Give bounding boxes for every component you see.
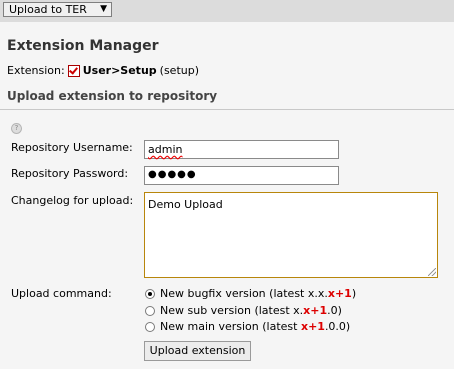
password-field[interactable]: ●●●●● bbox=[144, 166, 339, 185]
username-field[interactable]: admin bbox=[144, 140, 339, 159]
radio-button[interactable] bbox=[145, 305, 155, 316]
radio-option-bugfix[interactable]: New bugfix version (latest x.x.x+1) bbox=[145, 287, 356, 300]
function-menu-select[interactable]: Upload to TER ▼ bbox=[3, 2, 112, 17]
radio-option-sub[interactable]: New sub version (latest x.x+1.0) bbox=[145, 304, 342, 317]
changelog-textarea[interactable]: Demo Upload bbox=[144, 192, 438, 278]
changelog-value: Demo Upload bbox=[148, 198, 223, 211]
extension-label: Extension: bbox=[7, 64, 65, 77]
top-toolbar: Upload to TER ▼ bbox=[0, 0, 454, 22]
radio-button[interactable] bbox=[145, 321, 155, 332]
radio-option-label: New sub version (latest x.x+1.0) bbox=[160, 304, 342, 317]
radio-option-main[interactable]: New main version (latest x+1.0.0) bbox=[145, 320, 350, 333]
extension-key: (setup) bbox=[159, 64, 200, 77]
changelog-label: Changelog for upload: bbox=[11, 194, 134, 207]
section-divider bbox=[0, 109, 454, 110]
username-value: admin bbox=[148, 143, 183, 156]
page-title: Extension Manager bbox=[7, 38, 159, 54]
chevron-down-icon: ▼ bbox=[100, 4, 107, 14]
username-label: Repository Username: bbox=[11, 141, 133, 154]
extension-checkbox-icon bbox=[67, 64, 80, 77]
upload-extension-button[interactable]: Upload extension bbox=[144, 341, 251, 361]
help-icon[interactable]: ? bbox=[11, 123, 22, 134]
radio-button[interactable] bbox=[145, 288, 155, 299]
upload-command-label: Upload command: bbox=[11, 287, 112, 300]
extension-title: User>Setup bbox=[82, 64, 157, 77]
section-title: Upload extension to repository bbox=[7, 89, 218, 103]
password-label: Repository Password: bbox=[11, 167, 129, 180]
function-menu-label: Upload to TER bbox=[9, 3, 87, 16]
resize-handle-icon[interactable] bbox=[428, 268, 436, 276]
radio-option-label: New bugfix version (latest x.x.x+1) bbox=[160, 287, 357, 300]
extension-info: Extension: User>Setup (setup) bbox=[7, 64, 199, 77]
radio-option-label: New main version (latest x+1.0.0) bbox=[160, 320, 351, 333]
